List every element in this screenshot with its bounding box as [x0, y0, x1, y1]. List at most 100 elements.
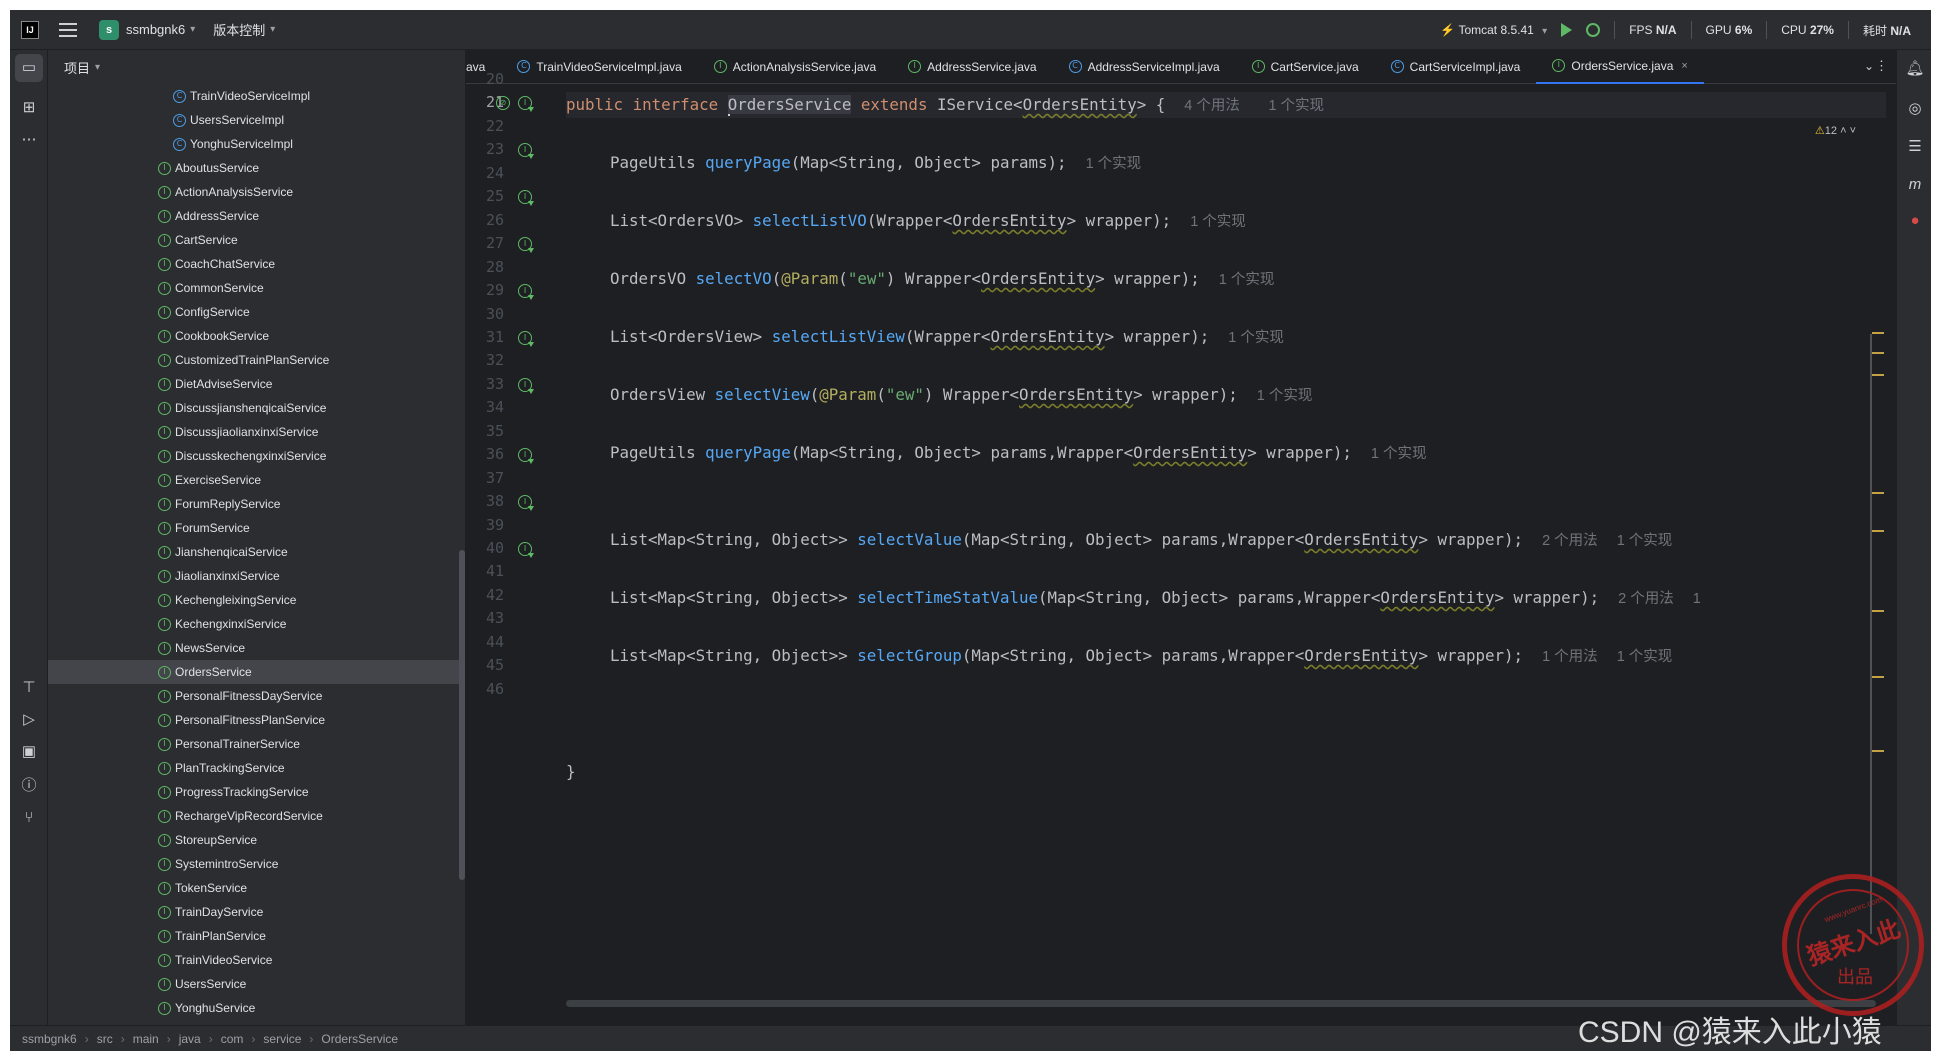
tree-item[interactable]: C YonghuServiceImpl	[48, 132, 465, 156]
tree-item[interactable]: I KechengxinxiService	[48, 612, 465, 636]
more-options-icon[interactable]: ⋮	[1875, 58, 1888, 74]
breadcrumb-item[interactable]: src	[97, 1032, 113, 1046]
breadcrumb-item[interactable]: main	[133, 1032, 159, 1046]
usages-hint[interactable]: 2 个用法	[1618, 591, 1674, 607]
breadcrumb-item[interactable]: com	[221, 1032, 244, 1046]
vcs-menu[interactable]: 版本控制	[213, 20, 265, 39]
line-number[interactable]: 45	[466, 656, 504, 674]
implemented-icon[interactable]: I	[518, 495, 534, 512]
warning-marker[interactable]	[1872, 492, 1884, 494]
implemented-icon[interactable]: I	[518, 143, 534, 160]
database-icon[interactable]: ☰	[1904, 136, 1926, 158]
editor-tab[interactable]: I OrdersService.java ×	[1536, 50, 1704, 84]
line-number[interactable]: 37	[466, 469, 504, 487]
terminal-icon[interactable]: ▣	[15, 738, 43, 766]
implemented-icon[interactable]: I	[518, 237, 534, 254]
implemented-icon[interactable]: I	[518, 190, 534, 207]
tree-item[interactable]: I PlanTrackingService	[48, 756, 465, 780]
implemented-icon[interactable]: I	[518, 542, 534, 558]
tree-item[interactable]: I ForumReplyService	[48, 492, 465, 516]
code-line-23[interactable]: PageUtils queryPage(Map<String, Object> …	[610, 152, 1141, 175]
tree-item[interactable]: I CookbookService	[48, 324, 465, 348]
project-badge[interactable]: s	[99, 19, 119, 40]
editor-tab[interactable]: C TrainVideoServiceImpl.java	[501, 50, 697, 84]
editor-tab[interactable]: C CartServiceImpl.java	[1375, 50, 1537, 84]
breadcrumb-item[interactable]: ssmbgnk6	[22, 1032, 77, 1046]
services-icon[interactable]: ▷	[15, 706, 43, 734]
tree-item[interactable]: I TokenService	[48, 876, 465, 900]
plugin-icon[interactable]: ●	[1904, 210, 1926, 232]
tree-item[interactable]: I ForumService	[48, 516, 465, 540]
tree-item[interactable]: I YonghuService	[48, 996, 465, 1020]
tree-item[interactable]: I ConfigService	[48, 300, 465, 324]
tree-item[interactable]: I ProgressTrackingService	[48, 780, 465, 804]
implementations-hint[interactable]: 1	[1693, 591, 1701, 607]
warning-marker[interactable]	[1872, 750, 1884, 752]
project-folder-icon[interactable]: ▭	[15, 54, 43, 82]
warning-marker[interactable]	[1872, 530, 1884, 532]
tree-item[interactable]: I TrainPlanService	[48, 924, 465, 948]
tree-item[interactable]: I ExerciseService	[48, 468, 465, 492]
tree-item[interactable]: I TrainVideoService	[48, 948, 465, 972]
maven-icon[interactable]: m	[1904, 174, 1926, 196]
line-number[interactable]: 30	[466, 305, 504, 323]
editor-tab[interactable]: I CartService.java	[1236, 50, 1375, 84]
line-number[interactable]: 40	[466, 539, 504, 557]
tree-item[interactable]: I AboutusService	[48, 156, 465, 180]
usages-hint[interactable]: 4 个用法	[1184, 98, 1240, 114]
code-line-38[interactable]: List<Map<String, Object>> selectTimeStat…	[610, 587, 1701, 610]
tree-item[interactable]: I RechargeVipRecordService	[48, 804, 465, 828]
close-icon[interactable]: ×	[1681, 60, 1687, 72]
code-line-29[interactable]: List<OrdersView> selectListView(Wrapper<…	[610, 326, 1284, 349]
usages-hint[interactable]: 1 个用法	[1542, 649, 1598, 665]
implementations-hint[interactable]: 1 个实现	[1268, 98, 1324, 114]
breadcrumb-item[interactable]: java	[179, 1032, 201, 1046]
implementations-hint[interactable]: 1 个实现	[1617, 649, 1673, 665]
tree-item[interactable]: C TrainVideoServiceImpl	[48, 84, 465, 108]
breadcrumb-item[interactable]: service	[263, 1032, 301, 1046]
line-number[interactable]: 25	[466, 187, 504, 205]
warning-marker[interactable]	[1872, 352, 1884, 354]
tree-item[interactable]: I AddressService	[48, 204, 465, 228]
line-number[interactable]: 23	[466, 140, 504, 158]
line-number[interactable]: 34	[466, 398, 504, 416]
tree-item[interactable]: I CoachChatService	[48, 252, 465, 276]
inspection-widget[interactable]: ⚠12 ˄ ˅	[1815, 124, 1856, 137]
no-inspection-icon[interactable]: ⊘	[496, 96, 510, 111]
implementations-hint[interactable]: 1 个实现	[1190, 214, 1246, 230]
implemented-icon[interactable]: I	[518, 377, 534, 394]
line-number[interactable]: 43	[466, 609, 504, 627]
tree-item[interactable]: I ActionAnalysisService	[48, 180, 465, 204]
editor-tab[interactable]: I ActionAnalysisService.java	[698, 50, 892, 84]
main-menu-icon[interactable]	[59, 22, 77, 37]
chevron-down-icon[interactable]: ▾	[270, 24, 275, 35]
code-line-36[interactable]: List<Map<String, Object>> selectValue(Ma…	[610, 529, 1672, 552]
tree-item[interactable]: I DiscussjiaolianxinxiService	[48, 420, 465, 444]
project-panel-header[interactable]: 项目 ▾	[48, 50, 465, 84]
project-switcher[interactable]: ssmbgnk6	[126, 22, 185, 37]
tree-item[interactable]: I KechengleixingService	[48, 588, 465, 612]
implementations-hint[interactable]: 1 个实现	[1228, 330, 1284, 346]
editor-tab[interactable]: I AddressService.java	[892, 50, 1052, 84]
implementations-hint[interactable]: 1 个实现	[1086, 156, 1142, 172]
line-number[interactable]: 20	[466, 70, 504, 88]
chevron-down-icon[interactable]: ⌄	[1864, 59, 1874, 73]
code-line-44[interactable]: }	[566, 761, 576, 783]
tree-item[interactable]: I PersonalFitnessDayService	[48, 684, 465, 708]
line-number[interactable]: 31	[466, 328, 504, 346]
chevron-down-icon[interactable]: ▾	[190, 24, 195, 35]
code-line-33[interactable]: PageUtils queryPage(Map<String, Object> …	[610, 442, 1427, 465]
warning-marker[interactable]	[1872, 676, 1884, 678]
line-number[interactable]: 44	[466, 633, 504, 651]
line-number[interactable]: 28	[466, 258, 504, 276]
implemented-icon[interactable]: I	[518, 330, 534, 347]
code-line-21[interactable]: public interface OrdersService extends I…	[566, 94, 1324, 117]
implementations-hint[interactable]: 1 个实现	[1371, 446, 1427, 462]
warning-marker[interactable]	[1872, 610, 1884, 612]
implemented-icon[interactable]: I	[518, 448, 534, 465]
tree-item[interactable]: I CustomizedTrainPlanService	[48, 348, 465, 372]
project-scrollbar[interactable]	[459, 550, 465, 880]
ai-assistant-icon[interactable]: ◎	[1904, 98, 1926, 120]
editor-vertical-scrollbar[interactable]	[1870, 334, 1872, 934]
tree-item[interactable]: I PersonalTrainerService	[48, 732, 465, 756]
